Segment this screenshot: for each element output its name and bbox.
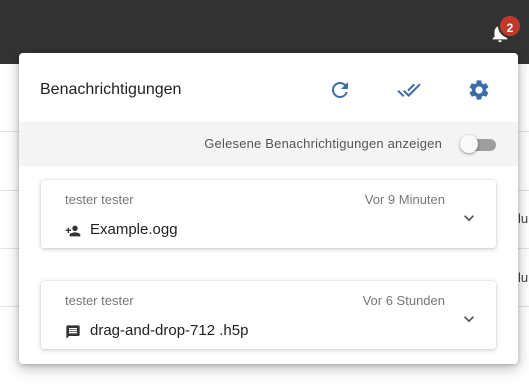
background-text: lu	[518, 270, 529, 285]
notification-count-badge: 2	[498, 14, 522, 38]
notification-time: Vor 6 Stunden	[362, 293, 445, 308]
background-text: lu	[518, 211, 529, 226]
expand-button[interactable]	[459, 309, 479, 329]
chevron-down-icon	[464, 316, 474, 323]
refresh-icon	[332, 82, 348, 98]
toggle-knob	[460, 135, 478, 153]
comment-icon	[65, 324, 81, 340]
settings-button[interactable]	[467, 78, 491, 102]
notification-card[interactable]: tester tester Vor 6 Stunden drag-and-dro…	[41, 281, 496, 349]
notification-time: Vor 9 Minuten	[364, 192, 445, 207]
notification-title: Example.ogg	[90, 221, 178, 238]
notifications-panel: Benachrichtigungen Gelesene Benachrichti…	[19, 53, 518, 364]
chevron-down-icon	[464, 215, 474, 222]
notification-user: tester tester	[65, 293, 134, 308]
gear-icon	[469, 80, 489, 100]
show-read-toggle-bar: Gelesene Benachrichtigungen anzeigen	[19, 122, 518, 166]
double-check-icon	[397, 83, 421, 97]
refresh-button[interactable]	[328, 78, 352, 102]
expand-button[interactable]	[459, 208, 479, 228]
person-add-icon	[65, 223, 81, 239]
notification-card[interactable]: tester tester Vor 9 Minuten Example.ogg	[41, 180, 496, 248]
show-read-label: Gelesene Benachrichtigungen anzeigen	[204, 136, 442, 151]
notification-title: drag-and-drop-712 .h5p	[90, 322, 249, 339]
show-read-toggle[interactable]	[460, 135, 496, 153]
panel-header: Benachrichtigungen	[19, 53, 518, 122]
panel-title: Benachrichtigungen	[40, 81, 182, 98]
notification-user: tester tester	[65, 192, 134, 207]
mark-all-read-button[interactable]	[397, 78, 421, 102]
